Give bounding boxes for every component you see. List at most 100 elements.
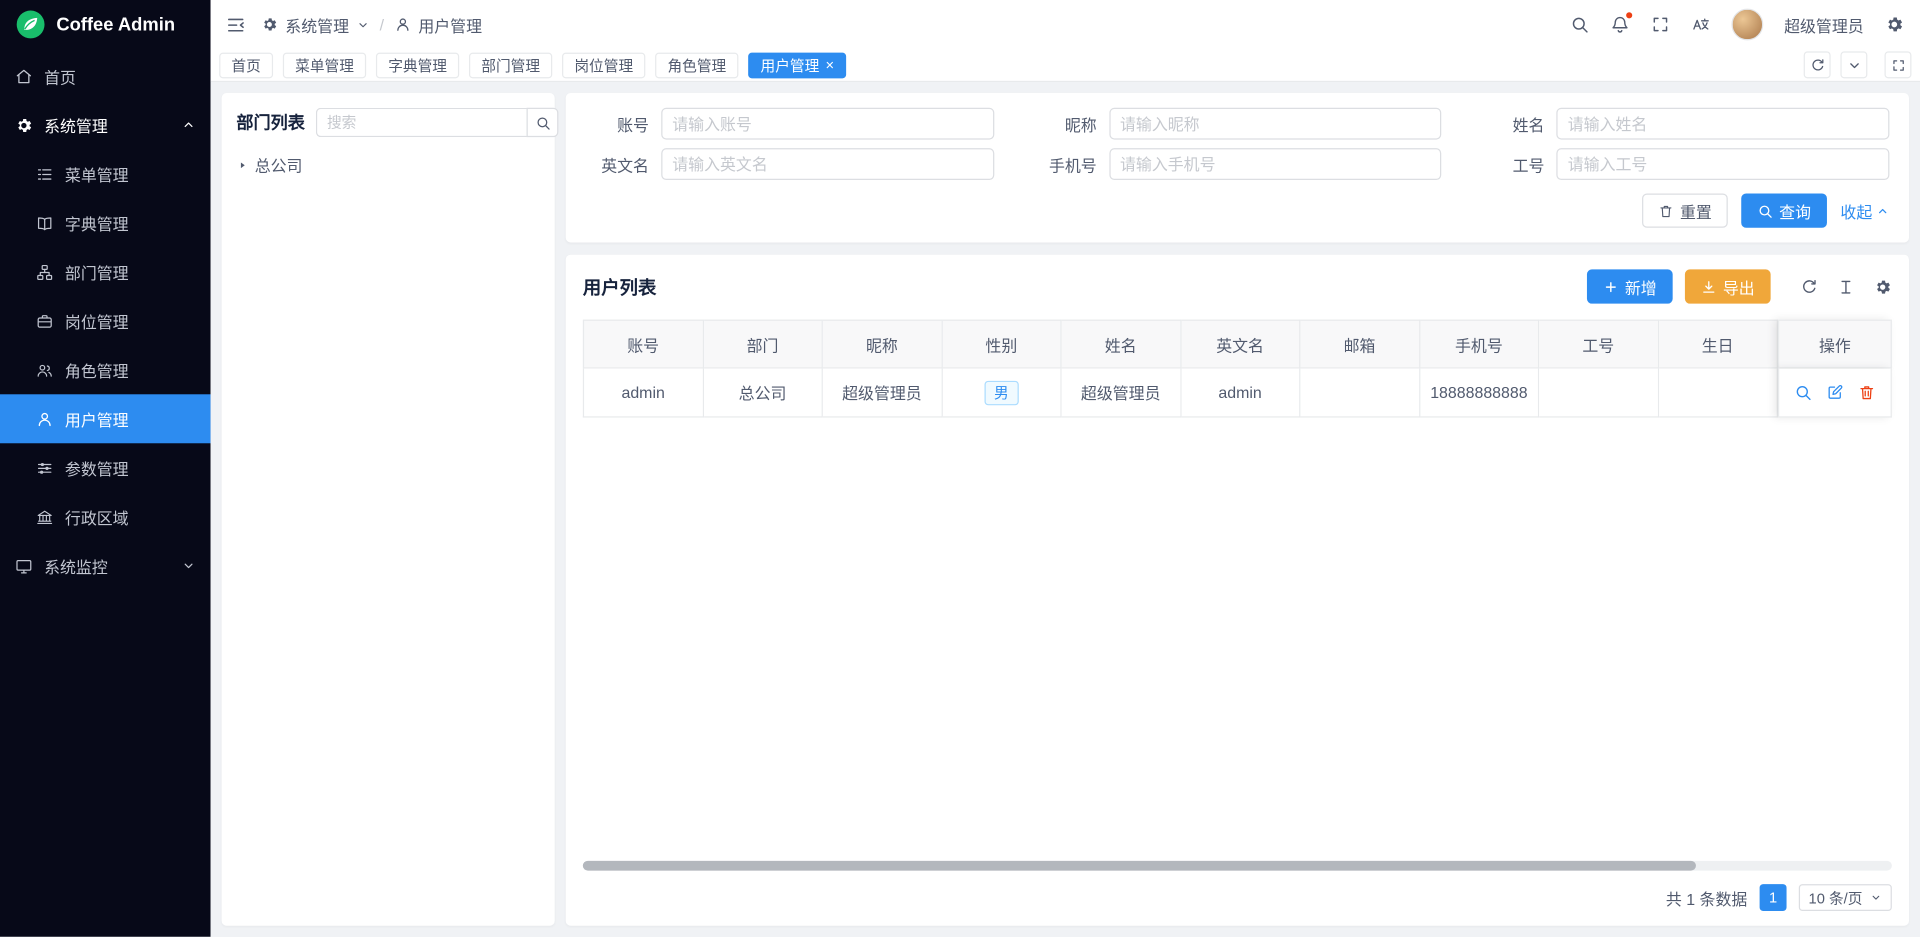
sidebar-item-label: 角色管理 xyxy=(65,358,129,381)
sidebar-item-label: 部门管理 xyxy=(65,260,129,283)
sidebar-item-user-management[interactable]: 用户管理 xyxy=(0,394,211,443)
refresh-icon[interactable] xyxy=(1800,277,1818,295)
field-label: 姓名 xyxy=(1476,112,1545,135)
field-label: 账号 xyxy=(580,112,649,135)
name-input[interactable] xyxy=(1557,108,1890,140)
edit-icon[interactable] xyxy=(1826,383,1844,401)
home-icon xyxy=(15,67,33,85)
table-row: admin 总公司 超级管理员 男 超级管理员 admin 1888888888… xyxy=(583,369,1892,418)
sidebar-item-position-management[interactable]: 岗位管理 xyxy=(0,296,211,345)
sidebar-item-home[interactable]: 首页 xyxy=(0,51,211,100)
gear-icon[interactable] xyxy=(1885,15,1905,35)
work-no-input[interactable] xyxy=(1557,148,1890,180)
tab-controls xyxy=(1804,51,1912,78)
department-search-input[interactable] xyxy=(316,108,527,137)
chevron-down-icon xyxy=(181,558,196,573)
tab-user-management[interactable]: 用户管理 × xyxy=(748,52,846,78)
org-tree-icon xyxy=(36,263,54,281)
column-header: 手机号 xyxy=(1420,320,1539,369)
gear-icon xyxy=(15,116,33,134)
tab-menu-management[interactable]: 菜单管理 xyxy=(283,52,366,78)
delete-icon[interactable] xyxy=(1858,383,1876,401)
search-icon[interactable] xyxy=(1570,15,1590,35)
sidebar-item-system-management[interactable]: 系统管理 xyxy=(0,100,211,149)
user-name[interactable]: 超级管理员 xyxy=(1784,13,1864,36)
column-header: 邮箱 xyxy=(1300,320,1419,369)
reset-button-label: 重置 xyxy=(1680,199,1712,222)
sidebar-item-dept-management[interactable]: 部门管理 xyxy=(0,247,211,296)
sidebar-item-region[interactable]: 行政区域 xyxy=(0,492,211,541)
account-input[interactable] xyxy=(661,108,994,140)
user-list-title: 用户列表 xyxy=(583,274,656,300)
horizontal-scrollbar[interactable] xyxy=(583,861,1892,871)
search-icon[interactable] xyxy=(527,108,559,137)
column-settings-gear-icon[interactable] xyxy=(1873,277,1891,295)
tab-role-management[interactable]: 角色管理 xyxy=(655,52,738,78)
tree-node-head-office[interactable]: 总公司 xyxy=(236,153,540,176)
sidebar-collapse-icon[interactable] xyxy=(225,14,246,35)
table-body: admin 总公司 超级管理员 男 超级管理员 admin 1888888888… xyxy=(583,369,1892,418)
sidebar-item-role-management[interactable]: 角色管理 xyxy=(0,345,211,394)
sidebar-item-dict-management[interactable]: 字典管理 xyxy=(0,198,211,247)
refresh-icon[interactable] xyxy=(1804,51,1831,78)
tab-home[interactable]: 首页 xyxy=(219,52,273,78)
page-size-select[interactable]: 10 条/页 xyxy=(1799,884,1892,911)
chevron-up-icon xyxy=(1876,204,1889,217)
cell-nickname: 超级管理员 xyxy=(823,369,942,418)
department-panel-header: 部门列表 xyxy=(236,108,540,137)
phone-input[interactable] xyxy=(1109,148,1442,180)
translate-icon[interactable] xyxy=(1691,15,1711,35)
filter-field-english-name: 英文名 xyxy=(580,148,993,180)
query-button-label: 查询 xyxy=(1779,199,1811,222)
row-actions xyxy=(1794,383,1876,401)
reset-button[interactable]: 重置 xyxy=(1642,193,1728,227)
cell-english-name: admin xyxy=(1181,369,1300,418)
fullscreen-icon[interactable] xyxy=(1651,15,1671,35)
app-logo: Coffee Admin xyxy=(0,0,211,49)
sidebar-item-param-management[interactable]: 参数管理 xyxy=(0,443,211,492)
user-list-panel: 用户列表 新增 导出 xyxy=(566,255,1909,926)
english-name-input[interactable] xyxy=(661,148,994,180)
field-label: 工号 xyxy=(1476,152,1545,175)
breadcrumb-item-system[interactable]: 系统管理 xyxy=(285,13,349,36)
close-icon[interactable]: × xyxy=(825,58,834,73)
tab-position-management[interactable]: 岗位管理 xyxy=(562,52,645,78)
monitor-icon xyxy=(15,557,33,575)
nickname-input[interactable] xyxy=(1109,108,1442,140)
caret-right-icon[interactable] xyxy=(236,159,248,171)
person-icon xyxy=(36,410,54,428)
scrollbar-thumb[interactable] xyxy=(583,861,1696,871)
tab-dict-management[interactable]: 字典管理 xyxy=(376,52,459,78)
search-icon xyxy=(1757,203,1773,219)
column-header-actions: 操作 xyxy=(1778,320,1892,369)
sidebar: Coffee Admin 首页 系统管理 菜单管理 字典管理 xyxy=(0,0,211,937)
expand-content-icon[interactable] xyxy=(1885,51,1912,78)
filter-field-work-no: 工号 xyxy=(1476,148,1889,180)
table-header-row: 账号 部门 昵称 性别 姓名 英文名 邮箱 手机号 工号 生日 操作 xyxy=(583,320,1892,369)
view-icon[interactable] xyxy=(1794,383,1812,401)
query-button[interactable]: 查询 xyxy=(1741,193,1827,227)
gear-icon xyxy=(261,16,278,33)
column-header: 性别 xyxy=(942,320,1061,369)
sidebar-item-menu-management[interactable]: 菜单管理 xyxy=(0,149,211,198)
cell-email xyxy=(1300,369,1419,418)
person-icon xyxy=(394,16,411,33)
row-height-icon[interactable] xyxy=(1837,277,1855,295)
tab-label: 字典管理 xyxy=(388,54,447,75)
filter-field-phone: 手机号 xyxy=(1028,148,1441,180)
tab-dept-management[interactable]: 部门管理 xyxy=(469,52,552,78)
collapse-filter-link[interactable]: 收起 xyxy=(1840,199,1889,222)
column-header: 工号 xyxy=(1539,320,1658,369)
sidebar-submenu-system: 菜单管理 字典管理 部门管理 岗位管理 角色管理 xyxy=(0,149,211,541)
sidebar-item-system-monitor[interactable]: 系统监控 xyxy=(0,541,211,590)
bell-icon[interactable] xyxy=(1610,15,1630,35)
column-header: 昵称 xyxy=(823,320,942,369)
user-avatar[interactable] xyxy=(1731,9,1763,41)
cell-name: 超级管理员 xyxy=(1062,369,1181,418)
user-table: 账号 部门 昵称 性别 姓名 英文名 邮箱 手机号 工号 生日 操作 xyxy=(583,320,1892,912)
filter-field-account: 账号 xyxy=(580,108,993,140)
add-button[interactable]: 新增 xyxy=(1587,269,1673,303)
page-button-1[interactable]: 1 xyxy=(1760,884,1787,911)
export-button[interactable]: 导出 xyxy=(1685,269,1771,303)
chevron-down-icon[interactable] xyxy=(1840,51,1867,78)
